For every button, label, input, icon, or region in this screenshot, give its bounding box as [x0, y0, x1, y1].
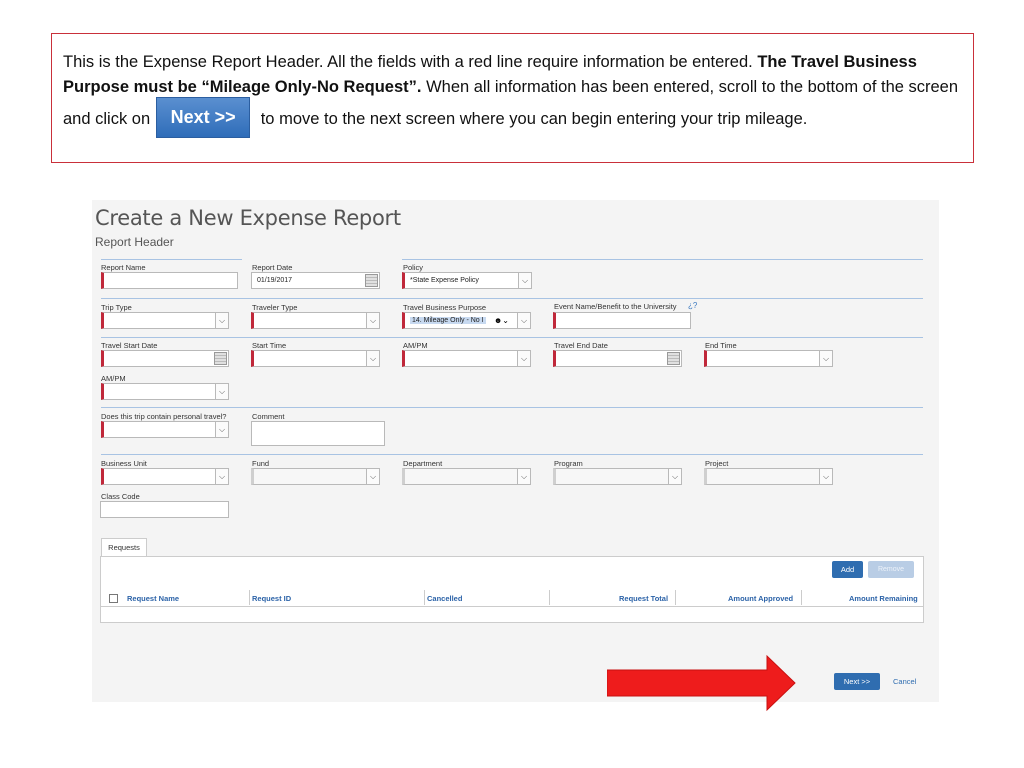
tab-requests[interactable]: Requests — [101, 538, 147, 557]
column-header[interactable]: Request ID — [252, 594, 291, 603]
red-arrow-shape — [607, 654, 796, 712]
chevron-down-icon[interactable]: ⌵ — [215, 313, 228, 328]
next-button[interactable]: Next >> — [834, 673, 880, 690]
end-ampm-select[interactable]: ⌵ — [101, 383, 229, 400]
calendar-icon[interactable] — [214, 352, 227, 365]
policy-select[interactable]: *State Expense Policy ⌵ — [402, 272, 532, 289]
cancel-link[interactable]: Cancel — [893, 677, 916, 686]
business-unit-label: Business Unit — [101, 459, 147, 468]
report-name-label: Report Name — [101, 263, 146, 272]
end-ampm-label: AM/PM — [101, 374, 126, 383]
column-divider — [249, 590, 250, 605]
instruction-text-3: to move to the next screen where you can… — [256, 109, 808, 128]
report-date-value: 01/19/2017 — [257, 277, 293, 284]
travel-business-purpose-select[interactable]: 14. Mileage Only - No I ☻⌄ ⌵ — [402, 312, 531, 329]
chevron-down-icon[interactable]: ⌵ — [366, 351, 379, 366]
comment-label: Comment — [252, 412, 285, 421]
column-header[interactable]: Cancelled — [427, 594, 462, 603]
policy-value: *State Expense Policy — [410, 277, 479, 284]
section-divider — [101, 337, 923, 338]
remove-button[interactable]: Remove — [868, 561, 914, 578]
section-divider — [101, 259, 242, 260]
start-time-select[interactable]: ⌵ — [251, 350, 380, 367]
column-header[interactable]: Request Name — [127, 594, 179, 603]
fund-select[interactable]: ⌵ — [251, 468, 380, 485]
chevron-down-icon[interactable]: ⌵ — [366, 469, 379, 484]
chevron-down-icon[interactable]: ⌵ — [518, 273, 531, 288]
trip-type-select[interactable]: ⌵ — [101, 312, 229, 329]
traveler-type-label: Traveler Type — [252, 303, 298, 312]
calendar-icon[interactable] — [365, 274, 378, 287]
travel-business-purpose-label: Travel Business Purpose — [403, 303, 487, 312]
business-unit-select[interactable]: ⌵ — [101, 468, 229, 485]
column-divider — [801, 590, 802, 605]
expense-report-screenshot: Create a New Expense Report Report Heade… — [92, 200, 939, 702]
project-select[interactable]: ⌵ — [704, 468, 833, 485]
section-divider — [101, 454, 923, 455]
column-header[interactable]: Amount Remaining — [849, 594, 918, 603]
event-name-label: Event Name/Benefit to the University — [554, 302, 677, 311]
department-select[interactable]: ⌵ — [402, 468, 531, 485]
chevron-down-icon[interactable]: ⌵ — [517, 313, 530, 328]
travel-start-date-label: Travel Start Date — [101, 341, 158, 350]
personal-travel-label: Does this trip contain personal travel? — [101, 412, 227, 421]
chevron-down-icon[interactable]: ⌵ — [215, 422, 228, 437]
calendar-icon[interactable] — [667, 352, 680, 365]
comment-textarea[interactable] — [251, 421, 385, 446]
column-divider — [424, 590, 425, 605]
event-name-input[interactable] — [553, 312, 691, 329]
personal-travel-select[interactable]: ⌵ — [101, 421, 229, 438]
column-divider — [549, 590, 550, 605]
chevron-down-icon[interactable]: ⌵ — [819, 469, 832, 484]
section-divider — [402, 259, 923, 260]
section-title: Report Header — [95, 235, 174, 249]
table-header-rule — [101, 606, 923, 607]
report-name-input[interactable] — [101, 272, 238, 289]
end-time-select[interactable]: ⌵ — [704, 350, 833, 367]
travel-business-purpose-value: 14. Mileage Only - No I — [410, 317, 486, 324]
add-button[interactable]: Add — [832, 561, 863, 578]
user-icon: ☻⌄ — [493, 316, 509, 325]
chevron-down-icon[interactable]: ⌵ — [819, 351, 832, 366]
program-select[interactable]: ⌵ — [553, 468, 682, 485]
report-date-label: Report Date — [252, 263, 293, 272]
start-ampm-select[interactable]: ⌵ — [402, 350, 531, 367]
chevron-down-icon[interactable]: ⌵ — [517, 469, 530, 484]
end-time-label: End Time — [705, 341, 737, 350]
chevron-down-icon[interactable]: ⌵ — [517, 351, 530, 366]
start-ampm-label: AM/PM — [403, 341, 428, 350]
section-divider — [101, 407, 923, 408]
trip-type-label: Trip Type — [101, 303, 132, 312]
instruction-text-1: This is the Expense Report Header. All t… — [63, 53, 758, 71]
travel-start-date-input[interactable] — [101, 350, 229, 367]
department-label: Department — [403, 459, 443, 468]
travel-end-date-label: Travel End Date — [554, 341, 608, 350]
help-icon[interactable]: ¿? — [688, 301, 697, 310]
project-label: Project — [705, 459, 729, 468]
red-arrow-icon — [607, 654, 796, 712]
policy-label: Policy — [403, 263, 424, 272]
traveler-type-select[interactable]: ⌵ — [251, 312, 380, 329]
class-code-input[interactable] — [100, 501, 229, 518]
page-title: Create a New Expense Report — [95, 206, 401, 230]
chevron-down-icon[interactable]: ⌵ — [366, 313, 379, 328]
next-button-image: Next >> — [156, 97, 251, 138]
chevron-down-icon[interactable]: ⌵ — [215, 469, 228, 484]
class-code-label: Class Code — [101, 492, 140, 501]
fund-label: Fund — [252, 459, 270, 468]
column-header[interactable]: Amount Approved — [728, 594, 793, 603]
column-header[interactable]: Request Total — [619, 594, 668, 603]
program-label: Program — [554, 459, 583, 468]
select-all-checkbox[interactable] — [109, 594, 118, 603]
chevron-down-icon[interactable]: ⌵ — [668, 469, 681, 484]
instruction-callout: This is the Expense Report Header. All t… — [51, 33, 974, 163]
column-divider — [675, 590, 676, 605]
travel-end-date-input[interactable] — [553, 350, 682, 367]
start-time-label: Start Time — [252, 341, 287, 350]
chevron-down-icon[interactable]: ⌵ — [215, 384, 228, 399]
section-divider — [101, 298, 923, 299]
report-date-input[interactable]: 01/19/2017 — [251, 272, 380, 289]
